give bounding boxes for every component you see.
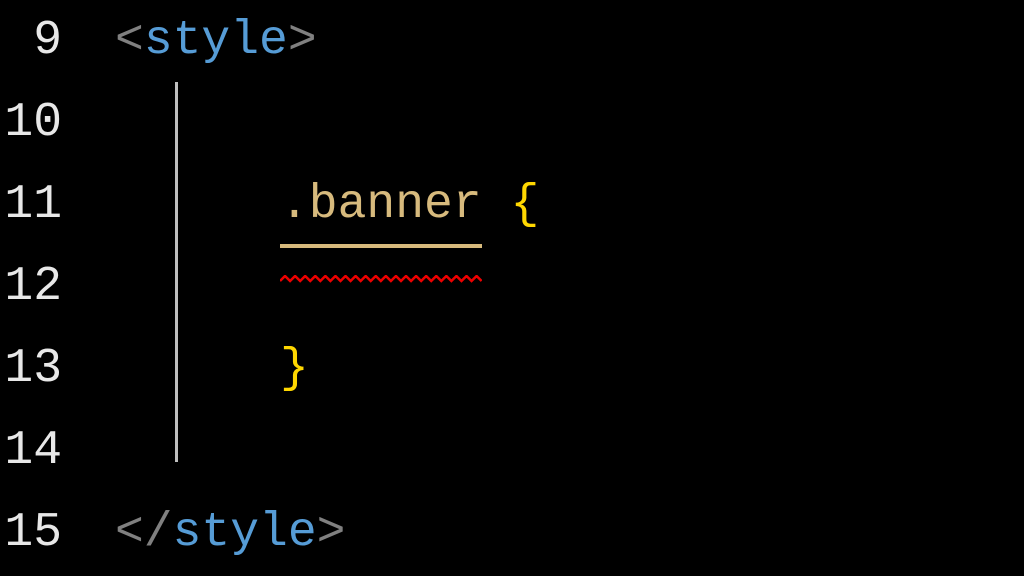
line-number: 15 bbox=[0, 492, 62, 574]
space-token bbox=[482, 178, 511, 232]
brace-token: } bbox=[280, 342, 309, 396]
line-number: 10 bbox=[0, 82, 62, 164]
code-line[interactable] bbox=[80, 410, 1024, 492]
line-number: 11 bbox=[0, 164, 62, 246]
selector-token: .banner bbox=[280, 164, 482, 246]
bracket-token: > bbox=[288, 14, 317, 68]
brace-token: { bbox=[510, 178, 539, 232]
code-line[interactable]: <style> bbox=[80, 0, 1024, 82]
error-squiggle-icon bbox=[280, 230, 482, 238]
selector-text: .banner bbox=[280, 178, 482, 232]
line-number: 13 bbox=[0, 328, 62, 410]
code-editor[interactable]: 9 10 11 12 13 14 15 <style> .banner { } … bbox=[0, 0, 1024, 576]
line-number-gutter: 9 10 11 12 13 14 15 bbox=[0, 0, 80, 576]
tag-token: style bbox=[144, 14, 288, 68]
line-number: 9 bbox=[0, 0, 62, 82]
code-line[interactable]: </style> bbox=[80, 492, 1024, 574]
tag-token: style bbox=[173, 506, 317, 560]
line-number: 12 bbox=[0, 246, 62, 328]
code-line[interactable] bbox=[80, 82, 1024, 164]
bracket-token: </ bbox=[115, 506, 173, 560]
bracket-token: < bbox=[115, 14, 144, 68]
code-line[interactable]: } bbox=[80, 328, 1024, 410]
code-line[interactable] bbox=[80, 246, 1024, 328]
code-content[interactable]: <style> .banner { } </style> bbox=[80, 0, 1024, 576]
code-line[interactable]: .banner { bbox=[80, 164, 1024, 246]
line-number: 14 bbox=[0, 410, 62, 492]
bracket-token: > bbox=[317, 506, 346, 560]
